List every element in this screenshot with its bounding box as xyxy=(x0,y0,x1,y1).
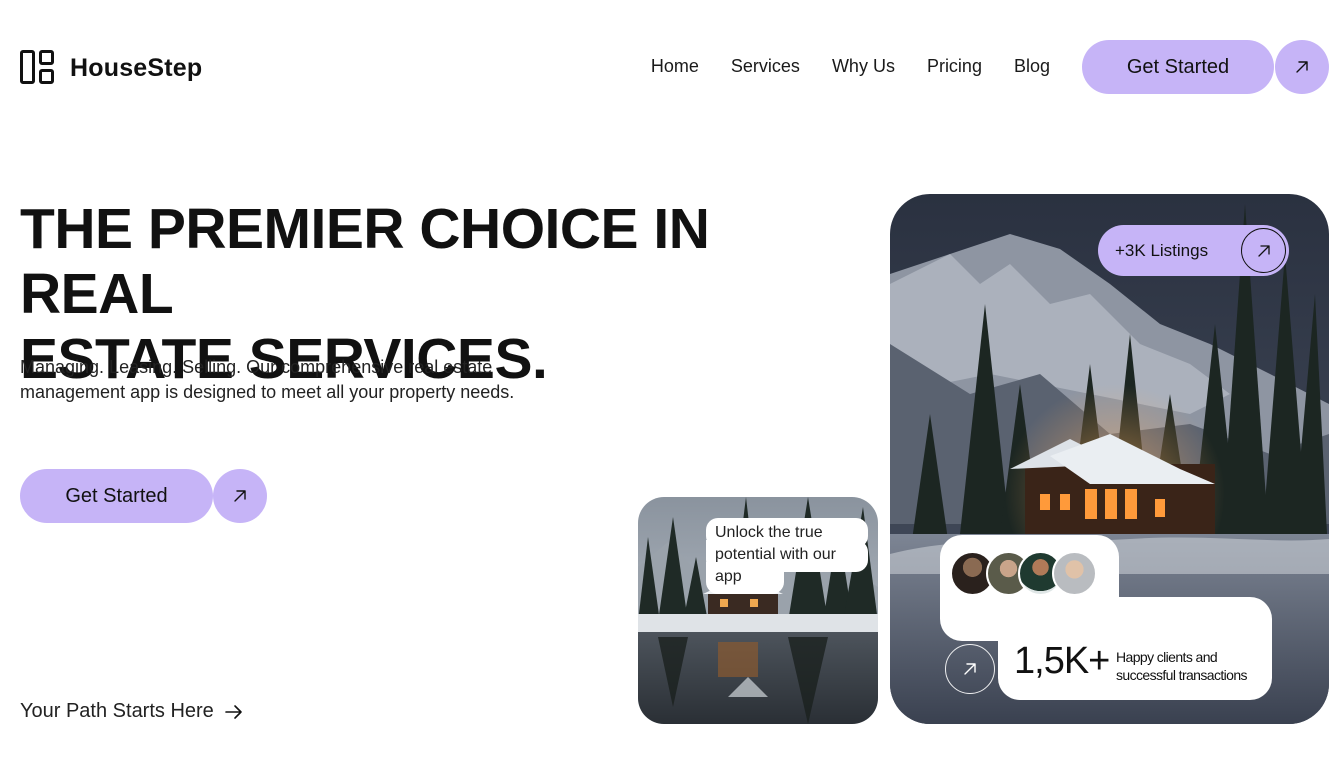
brand-logo[interactable]: HouseStep xyxy=(20,50,202,86)
header-arrow-button[interactable] xyxy=(1275,40,1329,94)
path-link[interactable]: Your Path Starts Here xyxy=(20,700,244,723)
listings-arrow-button[interactable] xyxy=(1241,228,1286,273)
hero-subtitle: Managing. Leasing. Selling. Our comprehe… xyxy=(20,357,515,402)
clients-count: 1,5K+ xyxy=(1014,640,1110,682)
main-nav: Home Services Why Us Pricing Blog xyxy=(651,56,1050,77)
bubble-line-3: app xyxy=(715,568,742,585)
header-cta: Get Started xyxy=(1082,40,1329,94)
cabin-lake-photo: Unlock the true potential with our app xyxy=(638,497,878,724)
stats-arrow-button[interactable] xyxy=(945,644,995,694)
arrow-right-icon xyxy=(225,704,242,719)
path-link-label: Your Path Starts Here xyxy=(20,700,214,722)
listings-badge[interactable]: +3K Listings xyxy=(1098,225,1289,276)
grid-logo-icon xyxy=(20,50,56,86)
nav-home[interactable]: Home xyxy=(651,56,699,77)
clients-label: Happy clients and successful transaction… xyxy=(1116,648,1248,684)
nav-pricing[interactable]: Pricing xyxy=(927,56,982,77)
hero-arrow-button[interactable] xyxy=(213,469,267,523)
hero-get-started-button[interactable]: Get Started xyxy=(20,469,213,523)
clients-label-line-2: successful transactions xyxy=(1116,667,1248,683)
arrow-up-right-icon xyxy=(1296,61,1308,73)
nav-why-us[interactable]: Why Us xyxy=(832,56,895,77)
arrow-up-right-icon xyxy=(234,490,246,502)
app-promo-bubble-3: app xyxy=(706,562,784,594)
get-started-button[interactable]: Get Started xyxy=(1082,40,1274,94)
arrow-up-right-icon xyxy=(1257,244,1270,257)
nav-services[interactable]: Services xyxy=(731,56,800,77)
hero-title-line-1: THE PREMIER CHOICE IN REAL xyxy=(20,197,710,326)
hero-cta: Get Started xyxy=(20,469,267,523)
clients-label-line-1: Happy clients and xyxy=(1116,649,1218,665)
listings-label: +3K Listings xyxy=(1115,240,1209,260)
brand-name: HouseStep xyxy=(70,53,203,82)
client-avatar-4 xyxy=(1052,551,1097,596)
arrow-up-right-icon xyxy=(964,663,976,675)
nav-blog[interactable]: Blog xyxy=(1014,56,1050,77)
